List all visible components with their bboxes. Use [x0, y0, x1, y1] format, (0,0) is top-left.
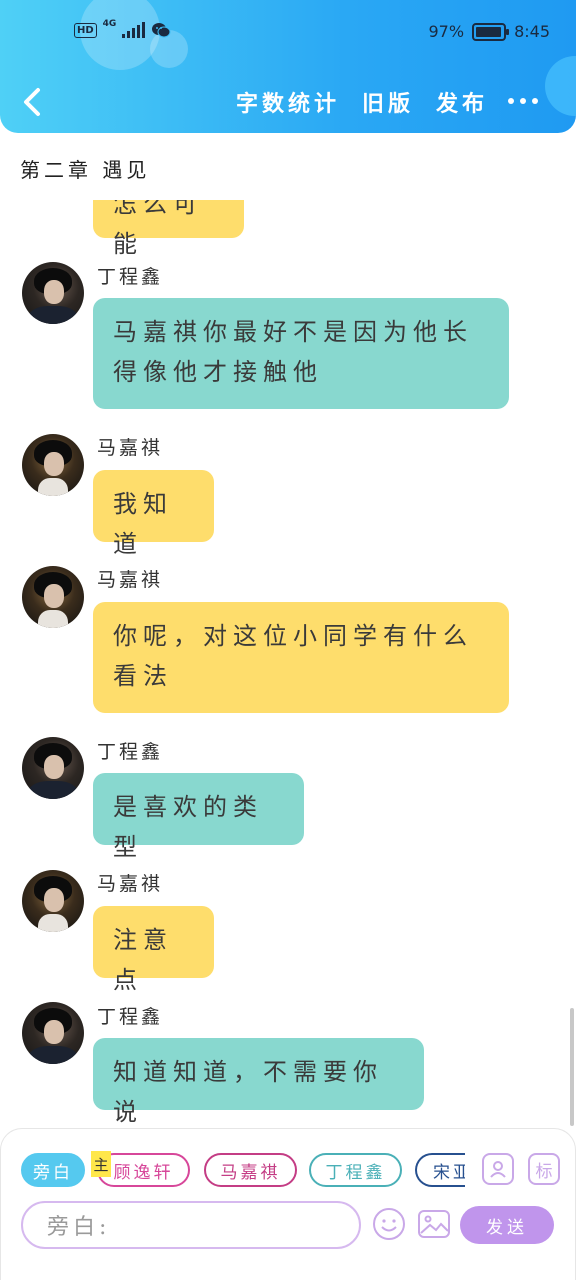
role-chip-narration[interactable]: 旁白 — [21, 1153, 85, 1187]
message-bubble[interactable]: 我知道 — [93, 470, 214, 558]
top-bar: HD 4G 97% 8:45 字数统计 旧版 发布 — [0, 0, 576, 133]
old-version-button[interactable]: 旧版 — [362, 86, 414, 118]
message-bubble[interactable]: 注意点 — [93, 906, 214, 994]
chat-list[interactable]: 怎么可能 丁程鑫 马嘉祺你最好不是因为他长得像他才接触他 马嘉祺 我知道 马嘉祺… — [0, 200, 576, 1125]
scrollbar[interactable] — [570, 1008, 574, 1126]
word-count-button[interactable]: 字数统计 — [236, 86, 340, 118]
send-button[interactable]: 发送 — [460, 1206, 554, 1244]
back-icon[interactable] — [18, 84, 48, 120]
sender-name: 丁程鑫 — [97, 741, 164, 763]
publish-button[interactable]: 发布 — [436, 86, 488, 118]
clock: 8:45 — [514, 22, 550, 41]
sender-name: 马嘉祺 — [97, 569, 164, 591]
message-bubble[interactable]: 你呢，对这位小同学有什么看法 — [93, 602, 509, 713]
wechat-icon — [152, 23, 171, 38]
smiley-icon[interactable] — [372, 1207, 406, 1241]
avatar[interactable] — [22, 262, 84, 324]
status-bar-left: HD 4G — [74, 19, 171, 38]
battery-icon — [472, 22, 510, 41]
message-bubble[interactable]: 马嘉祺你最好不是因为他长得像他才接触他 — [93, 298, 509, 409]
battery-percent: 97% — [428, 22, 465, 41]
role-chip-ma-jiaqi[interactable]: 马嘉祺 — [204, 1153, 297, 1187]
header-actions: 字数统计 旧版 发布 — [236, 86, 488, 118]
avatar[interactable] — [22, 434, 84, 496]
signal-icon — [122, 22, 146, 38]
image-icon[interactable] — [417, 1207, 451, 1241]
sender-name: 马嘉祺 — [97, 873, 164, 895]
decorative-bubble — [545, 56, 576, 116]
sender-name: 丁程鑫 — [97, 266, 164, 288]
main-role-badge: 主 — [91, 1151, 111, 1177]
sender-name: 丁程鑫 — [97, 1006, 164, 1028]
avatar[interactable] — [22, 737, 84, 799]
avatar[interactable] — [22, 566, 84, 628]
message-bubble[interactable]: 怎么可能 — [93, 200, 244, 258]
role-chip-song-ya[interactable]: 宋亚 — [415, 1153, 465, 1187]
network-type: 4G — [102, 19, 117, 29]
composer-panel: 旁白 顾逸轩 主 马嘉祺 丁程鑫 宋亚 标 旁白: 发送 — [0, 1128, 576, 1280]
role-chip-ding-chengxin[interactable]: 丁程鑫 — [309, 1153, 402, 1187]
status-bar-right: 97% 8:45 — [429, 22, 551, 41]
avatar[interactable] — [22, 870, 84, 932]
message-input[interactable]: 旁白: — [21, 1201, 361, 1249]
sender-name: 马嘉祺 — [97, 437, 164, 459]
avatar[interactable] — [22, 1002, 84, 1064]
mark-button[interactable]: 标 — [528, 1153, 560, 1185]
chapter-title: 第二章 遇见 — [20, 158, 151, 182]
hd-badge: HD — [74, 22, 97, 38]
more-dots-icon[interactable] — [508, 98, 538, 104]
message-bubble[interactable]: 知道知道，不需要你说 — [93, 1038, 424, 1125]
person-card-icon[interactable] — [482, 1153, 514, 1185]
message-bubble[interactable]: 是喜欢的类型 — [93, 773, 304, 861]
